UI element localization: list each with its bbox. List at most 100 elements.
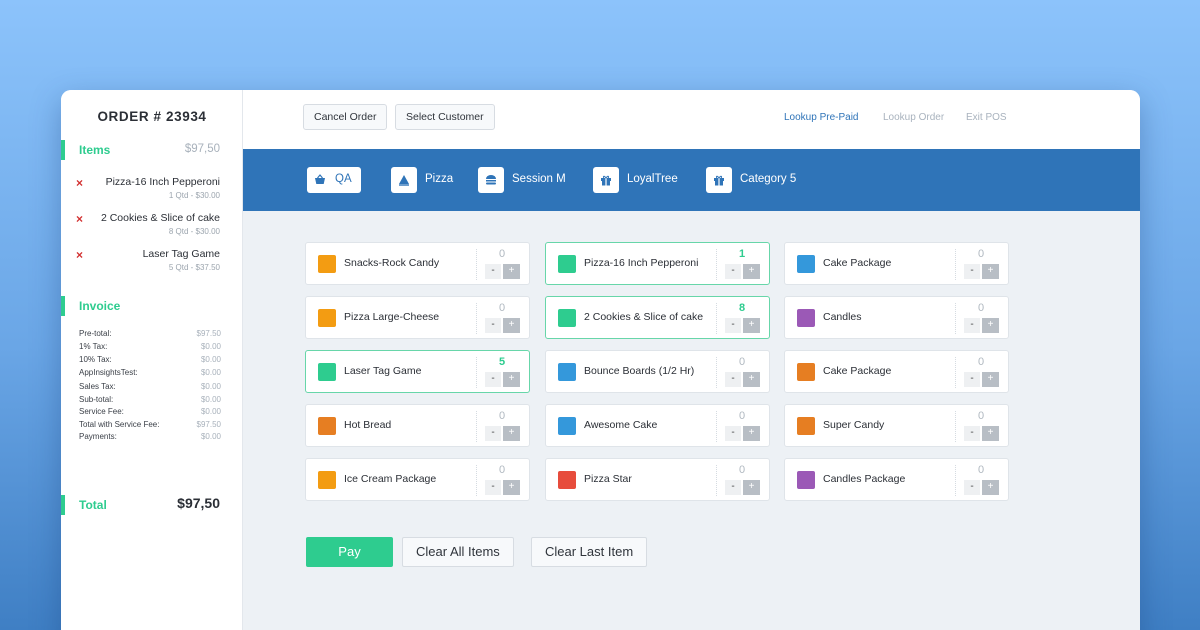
card-divider <box>716 303 717 334</box>
product-name: Candles Package <box>823 473 906 485</box>
decrement-button[interactable]: - <box>964 318 980 333</box>
invoice-key: Total with Service Fee: <box>79 420 160 429</box>
product-card[interactable]: Cake Package 0 - + <box>784 350 1009 393</box>
product-card[interactable]: 2 Cookies & Slice of cake 8 - + <box>545 296 770 339</box>
increment-button[interactable]: + <box>503 480 520 495</box>
increment-button[interactable]: + <box>503 426 520 441</box>
total-label: Total <box>79 498 107 512</box>
decrement-button[interactable]: - <box>964 426 980 441</box>
category-label: Session M <box>512 173 566 185</box>
product-card[interactable]: Pizza Large-Cheese 0 - + <box>305 296 530 339</box>
product-card[interactable]: Laser Tag Game 5 - + <box>305 350 530 393</box>
product-quantity: 0 <box>498 302 506 314</box>
section-indicator <box>61 495 65 515</box>
product-card[interactable]: Snacks-Rock Candy 0 - + <box>305 242 530 285</box>
increment-button[interactable]: + <box>503 264 520 279</box>
category-tab-pizza[interactable]: Pizza <box>391 167 453 193</box>
increment-button[interactable]: + <box>982 426 999 441</box>
product-card[interactable]: Super Candy 0 - + <box>784 404 1009 447</box>
increment-button[interactable]: + <box>503 318 520 333</box>
invoice-value: $0.00 <box>200 355 221 364</box>
decrement-button[interactable]: - <box>485 264 501 279</box>
decrement-button[interactable]: - <box>964 480 980 495</box>
section-indicator <box>61 296 65 316</box>
burger-icon <box>478 167 504 193</box>
increment-button[interactable]: + <box>743 264 760 279</box>
decrement-button[interactable]: - <box>485 426 501 441</box>
product-name: Pizza-16 Inch Pepperoni <box>584 257 699 269</box>
invoice-value: $0.00 <box>200 395 221 404</box>
lookup-prepaid-link[interactable]: Lookup Pre-Paid <box>784 112 859 123</box>
decrement-button[interactable]: - <box>964 264 980 279</box>
invoice-row: Sub-total: $0.00 <box>79 395 221 407</box>
invoice-row: 10% Tax: $0.00 <box>79 355 221 367</box>
invoice-label: Invoice <box>79 299 121 313</box>
order-item: × Pizza-16 Inch Pepperoni 1 Qtd - $30.00 <box>61 176 243 212</box>
decrement-button[interactable]: - <box>725 426 741 441</box>
product-color-swatch <box>558 255 576 273</box>
product-quantity: 0 <box>498 464 506 476</box>
decrement-button[interactable]: - <box>485 480 501 495</box>
product-card[interactable]: Awesome Cake 0 - + <box>545 404 770 447</box>
decrement-button[interactable]: - <box>485 318 501 333</box>
clear-all-items-button[interactable]: Clear All Items <box>402 537 514 567</box>
increment-button[interactable]: + <box>982 318 999 333</box>
increment-button[interactable]: + <box>743 372 760 387</box>
remove-item-icon[interactable]: × <box>76 212 83 226</box>
card-divider <box>476 357 477 388</box>
product-card[interactable]: Ice Cream Package 0 - + <box>305 458 530 501</box>
product-color-swatch <box>318 309 336 327</box>
product-color-swatch <box>797 255 815 273</box>
decrement-button[interactable]: - <box>725 318 741 333</box>
order-item-qty: 5 Qtd - $37.50 <box>168 263 220 272</box>
increment-button[interactable]: + <box>982 264 999 279</box>
clear-last-item-button[interactable]: Clear Last Item <box>531 537 648 567</box>
increment-button[interactable]: + <box>743 318 760 333</box>
invoice-value: $0.00 <box>200 382 221 391</box>
decrement-button[interactable]: - <box>725 264 741 279</box>
product-quantity: 0 <box>977 464 985 476</box>
product-card[interactable]: Bounce Boards (1/2 Hr) 0 - + <box>545 350 770 393</box>
increment-button[interactable]: + <box>503 372 520 387</box>
product-card[interactable]: Pizza Star 0 - + <box>545 458 770 501</box>
increment-button[interactable]: + <box>982 480 999 495</box>
category-bar: QA Pizza Session M LoyalTree Category 5 <box>243 149 1140 211</box>
cancel-order-button[interactable]: Cancel Order <box>303 104 388 130</box>
product-color-swatch <box>318 255 336 273</box>
pay-button[interactable]: Pay <box>306 537 393 567</box>
product-card[interactable]: Candles Package 0 - + <box>784 458 1009 501</box>
category-tab-qa[interactable]: QA <box>307 167 361 193</box>
invoice-key: 1% Tax: <box>79 342 108 351</box>
product-color-swatch <box>558 417 576 435</box>
remove-item-icon[interactable]: × <box>76 248 83 262</box>
product-quantity: 1 <box>738 248 746 260</box>
order-item-name: Laser Tag Game <box>142 248 220 260</box>
card-divider <box>716 249 717 280</box>
remove-item-icon[interactable]: × <box>76 176 83 190</box>
increment-button[interactable]: + <box>982 372 999 387</box>
category-tab-session-m[interactable]: Session M <box>478 167 566 193</box>
total-row: Total $97,50 <box>61 495 243 515</box>
select-customer-button[interactable]: Select Customer <box>395 104 495 130</box>
increment-button[interactable]: + <box>743 426 760 441</box>
decrement-button[interactable]: - <box>725 372 741 387</box>
decrement-button[interactable]: - <box>485 372 501 387</box>
category-tab-category-5[interactable]: Category 5 <box>706 167 798 193</box>
product-quantity: 0 <box>738 410 746 422</box>
invoice-key: Pre-total: <box>79 329 112 338</box>
product-color-swatch <box>318 471 336 489</box>
card-divider <box>716 465 717 496</box>
card-divider <box>955 465 956 496</box>
decrement-button[interactable]: - <box>725 480 741 495</box>
product-card[interactable]: Pizza-16 Inch Pepperoni 1 - + <box>545 242 770 285</box>
decrement-button[interactable]: - <box>964 372 980 387</box>
exit-pos-link[interactable]: Exit POS <box>966 112 1007 123</box>
card-divider <box>476 465 477 496</box>
increment-button[interactable]: + <box>743 480 760 495</box>
lookup-order-link[interactable]: Lookup Order <box>883 112 944 123</box>
product-card[interactable]: Candles 0 - + <box>784 296 1009 339</box>
product-card[interactable]: Cake Package 0 - + <box>784 242 1009 285</box>
category-tab-loyaltree[interactable]: LoyalTree <box>593 167 679 193</box>
product-card[interactable]: Hot Bread 0 - + <box>305 404 530 447</box>
product-name: Awesome Cake <box>584 419 658 431</box>
